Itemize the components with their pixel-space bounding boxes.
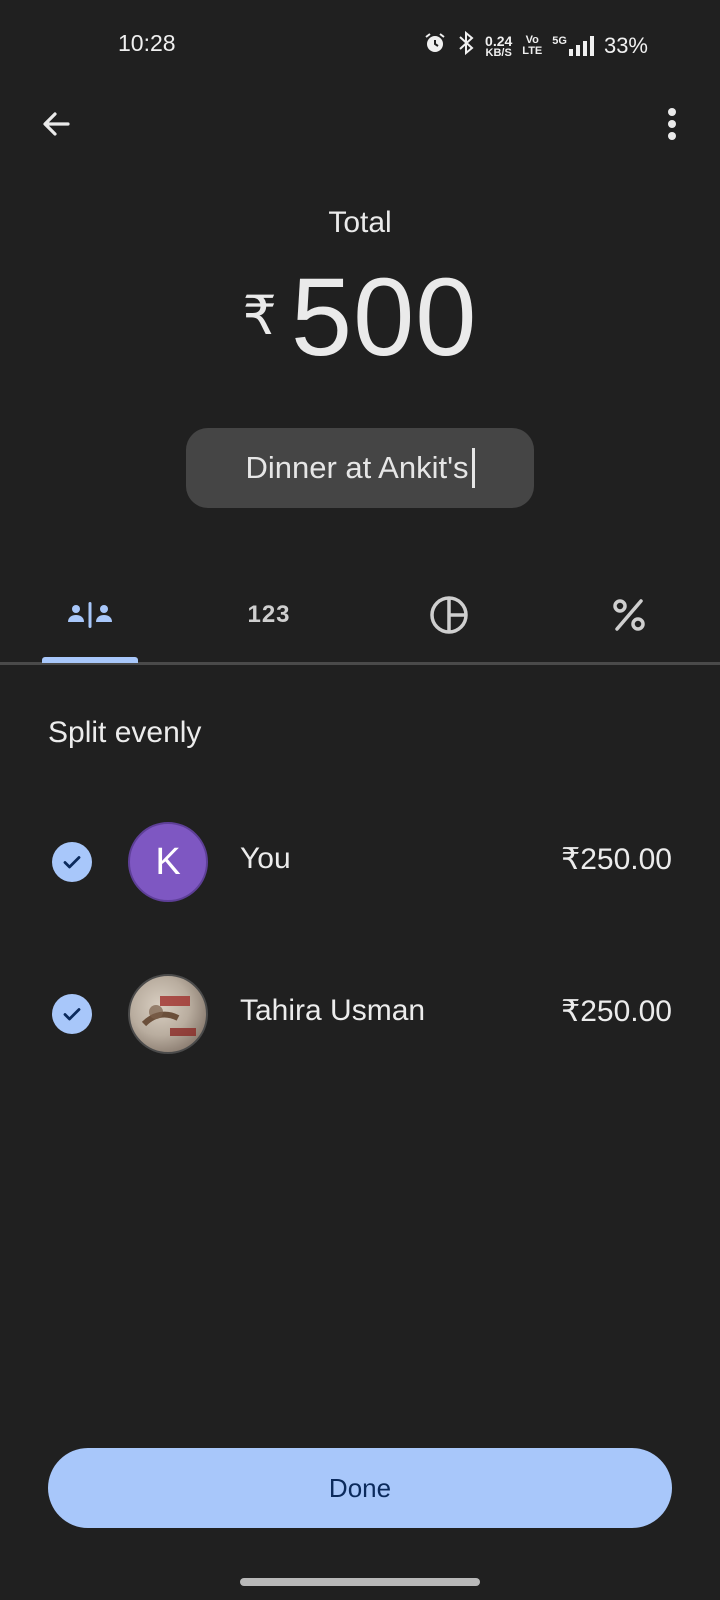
volte-indicator: Vo LTE: [522, 34, 543, 57]
tab-exact-amounts[interactable]: 123: [221, 566, 317, 664]
percent-icon: [613, 599, 645, 631]
home-indicator[interactable]: [240, 1578, 480, 1586]
amount-value: 500: [290, 256, 478, 379]
participant-row[interactable]: K You ₹250.00: [0, 816, 720, 908]
numbers-123-icon: 123: [247, 601, 291, 628]
total-label: Total: [328, 206, 392, 239]
status-time: 10:28: [118, 30, 176, 56]
description-field[interactable]: Dinner at Ankit's: [186, 428, 534, 508]
avatar: K: [128, 822, 208, 902]
avatar: [128, 974, 208, 1054]
participant-share: ₹250.00: [561, 995, 672, 1028]
net-speed: 0.24 KB/S: [485, 32, 513, 59]
check-icon: [63, 1008, 81, 1021]
battery-level: 33%: [603, 33, 648, 58]
profile-photo-icon: [141, 996, 196, 1036]
signal-icon: [568, 36, 594, 56]
more-options-button[interactable]: [650, 102, 694, 146]
split-equally-icon: [68, 602, 112, 628]
section-title: Split evenly: [48, 716, 202, 749]
participant-checkbox[interactable]: [52, 994, 92, 1034]
participant-name: You: [240, 842, 291, 875]
participant-row[interactable]: Tahira Usman ₹250.00: [0, 968, 720, 1060]
network-type: 5G: [552, 35, 567, 47]
back-button[interactable]: [34, 102, 78, 146]
total-amount[interactable]: ₹ 500: [0, 258, 720, 378]
tab-shares[interactable]: [401, 566, 497, 664]
signal-indicator: 5G: [552, 36, 594, 56]
participant-share: ₹250.00: [561, 843, 672, 876]
participant-name: Tahira Usman: [240, 994, 426, 1027]
bluetooth-icon: [457, 30, 475, 62]
arrow-back-icon: [43, 112, 70, 136]
check-icon: [63, 856, 81, 869]
alarm-icon: [423, 31, 447, 61]
currency-symbol: ₹: [242, 286, 277, 346]
pie-chart-icon: [430, 596, 468, 634]
text-cursor: [471, 448, 475, 488]
participant-checkbox[interactable]: [52, 842, 92, 882]
split-mode-tabs: 123: [0, 566, 720, 664]
description-text: Dinner at Ankit's: [245, 450, 469, 485]
tab-selected-indicator: [42, 657, 138, 663]
more-vert-icon: [668, 108, 676, 140]
done-button[interactable]: Done: [48, 1448, 672, 1528]
tab-split-equally[interactable]: [42, 566, 138, 664]
tab-percentages[interactable]: [581, 566, 677, 664]
status-icons: 0.24 KB/S Vo LTE 5G 33%: [423, 30, 648, 62]
